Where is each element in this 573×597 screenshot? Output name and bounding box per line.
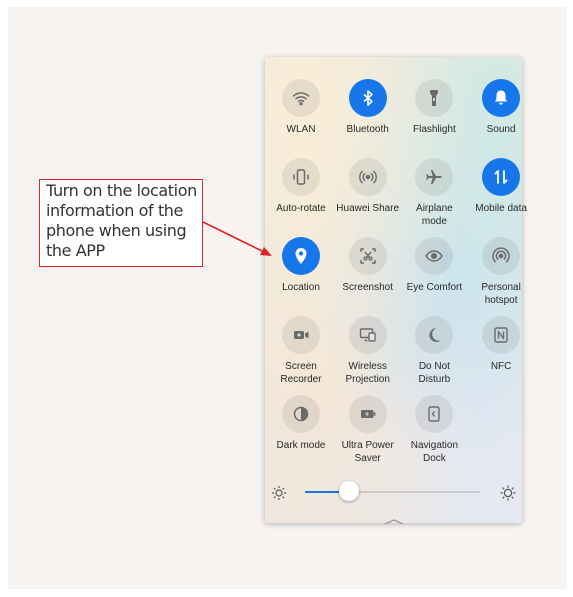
annotation-arrow xyxy=(202,221,272,256)
